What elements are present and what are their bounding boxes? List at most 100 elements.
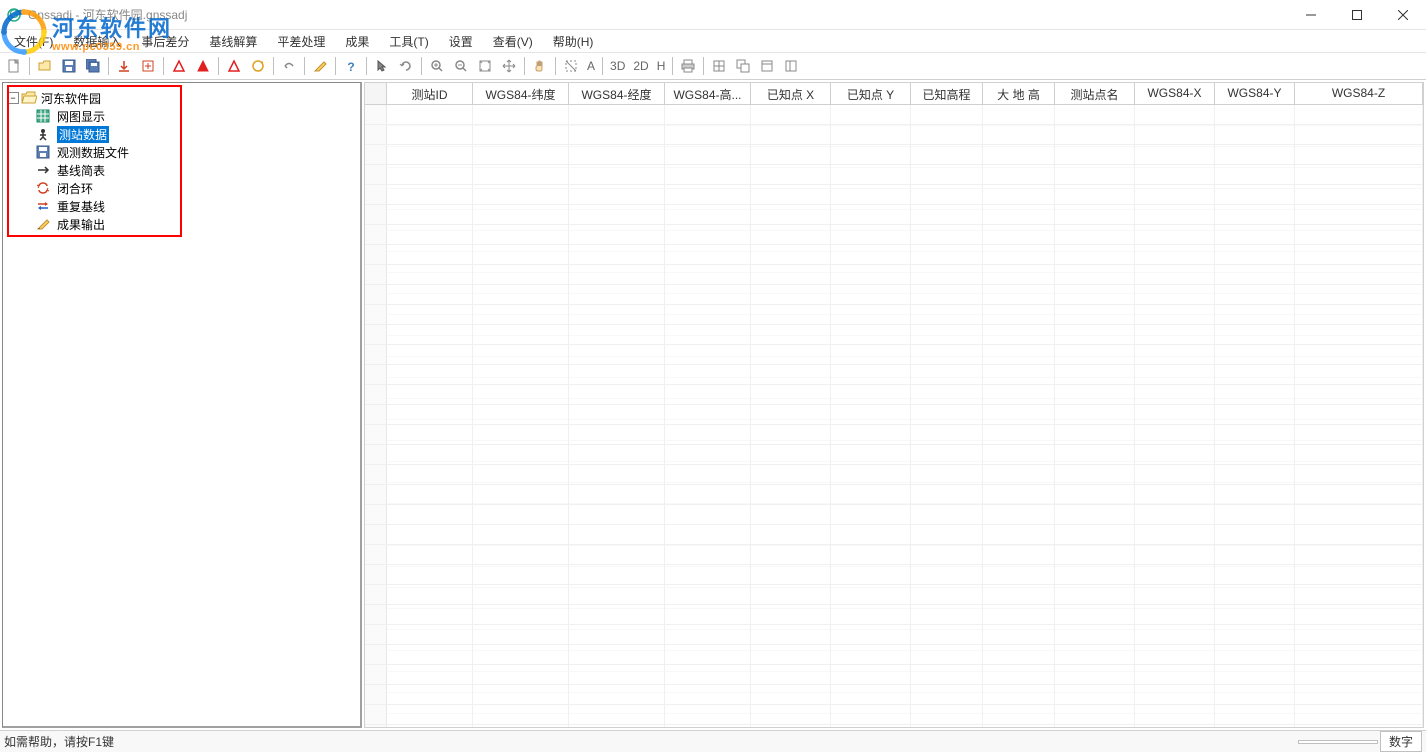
menubar: 文件(F) 数据输入 事后差分 基线解算 平差处理 成果 工具(T) 设置 查看…	[0, 30, 1426, 52]
table-row[interactable]	[365, 265, 1423, 285]
col-known-x[interactable]: 已知点 X	[751, 83, 831, 104]
window-icon[interactable]	[756, 55, 778, 77]
menu-baseline[interactable]: 基线解算	[199, 31, 267, 52]
table-row[interactable]	[365, 585, 1423, 605]
text-a-button[interactable]: A	[583, 59, 599, 73]
table-corner[interactable]	[365, 83, 387, 104]
zoom-in-icon[interactable]	[426, 55, 448, 77]
open-icon[interactable]	[34, 55, 56, 77]
table-row[interactable]	[365, 165, 1423, 185]
menu-view[interactable]: 查看(V)	[483, 31, 543, 52]
table-row[interactable]	[365, 685, 1423, 705]
table-row[interactable]	[365, 205, 1423, 225]
table-row[interactable]	[365, 125, 1423, 145]
layers-icon[interactable]	[732, 55, 754, 77]
col-geodetic-h[interactable]: 大 地 高	[983, 83, 1055, 104]
table-body[interactable]	[365, 105, 1423, 727]
table-row[interactable]	[365, 725, 1423, 728]
maximize-button[interactable]	[1334, 0, 1380, 30]
view-3d-button[interactable]: 3D	[606, 59, 629, 73]
col-wgs84-h[interactable]: WGS84-高...	[665, 83, 751, 104]
triangle-red-fill-icon[interactable]	[192, 55, 214, 77]
table-row[interactable]	[365, 225, 1423, 245]
new-icon[interactable]	[3, 55, 25, 77]
tree-item-repeat[interactable]: 重复基线	[35, 197, 356, 215]
menu-data-input[interactable]: 数据输入	[63, 31, 131, 52]
table-row[interactable]	[365, 305, 1423, 325]
col-wgs84-lon[interactable]: WGS84-经度	[569, 83, 665, 104]
tree-item-obsfile[interactable]: 观测数据文件	[35, 143, 356, 161]
table-row[interactable]	[365, 645, 1423, 665]
tree-item-netview[interactable]: 网图显示	[35, 107, 356, 125]
col-wgs84-y[interactable]: WGS84-Y	[1215, 83, 1295, 104]
col-wgs84-x[interactable]: WGS84-X	[1135, 83, 1215, 104]
table-row[interactable]	[365, 185, 1423, 205]
circle-arrow-icon[interactable]	[247, 55, 269, 77]
table-row[interactable]	[365, 665, 1423, 685]
zoom-out-icon[interactable]	[450, 55, 472, 77]
col-station-name[interactable]: 测站点名	[1055, 83, 1135, 104]
table-row[interactable]	[365, 385, 1423, 405]
table-row[interactable]	[365, 525, 1423, 545]
tree-root-node[interactable]: − 河东软件园	[7, 89, 356, 107]
separator	[421, 57, 422, 75]
col-known-y[interactable]: 已知点 Y	[831, 83, 911, 104]
table-row[interactable]	[365, 545, 1423, 565]
menu-result[interactable]: 成果	[335, 31, 379, 52]
tree-item-station[interactable]: 测站数据	[35, 125, 356, 143]
hand-icon[interactable]	[529, 55, 551, 77]
panel-icon[interactable]	[780, 55, 802, 77]
table-row[interactable]	[365, 145, 1423, 165]
menu-help[interactable]: 帮助(H)	[543, 31, 604, 52]
col-station-id[interactable]: 测站ID	[387, 83, 473, 104]
table-row[interactable]	[365, 345, 1423, 365]
col-wgs84-lat[interactable]: WGS84-纬度	[473, 83, 569, 104]
help-icon[interactable]: ?	[340, 55, 362, 77]
tree-item-loop[interactable]: 闭合环	[35, 179, 356, 197]
table-row[interactable]	[365, 325, 1423, 345]
table-row[interactable]	[365, 465, 1423, 485]
triangle-outline-icon[interactable]	[223, 55, 245, 77]
rotate-icon[interactable]	[395, 55, 417, 77]
zoom-fit-icon[interactable]	[474, 55, 496, 77]
table-row[interactable]	[365, 445, 1423, 465]
select-rect-icon[interactable]	[560, 55, 582, 77]
save-icon[interactable]	[58, 55, 80, 77]
table-row[interactable]	[365, 365, 1423, 385]
table-row[interactable]	[365, 245, 1423, 265]
table-row[interactable]	[365, 405, 1423, 425]
menu-tools[interactable]: 工具(T)	[379, 31, 438, 52]
minimize-button[interactable]	[1288, 0, 1334, 30]
undo-icon[interactable]	[278, 55, 300, 77]
import-icon[interactable]	[113, 55, 135, 77]
table-row[interactable]	[365, 285, 1423, 305]
tree-collapse-icon[interactable]: −	[7, 92, 19, 104]
menu-settings[interactable]: 设置	[439, 31, 483, 52]
view-h-button[interactable]: H	[653, 59, 670, 73]
table-row[interactable]	[365, 105, 1423, 125]
pencil-icon[interactable]	[309, 55, 331, 77]
table-row[interactable]	[365, 485, 1423, 505]
save-all-icon[interactable]	[82, 55, 104, 77]
menu-post-diff[interactable]: 事后差分	[131, 31, 199, 52]
table-row[interactable]	[365, 625, 1423, 645]
tree-item-output[interactable]: 成果输出	[35, 215, 356, 233]
table-row[interactable]	[365, 505, 1423, 525]
menu-file[interactable]: 文件(F)	[4, 31, 63, 52]
grid-icon[interactable]	[708, 55, 730, 77]
close-button[interactable]	[1380, 0, 1426, 30]
col-wgs84-z[interactable]: WGS84-Z	[1295, 83, 1423, 104]
table-row[interactable]	[365, 425, 1423, 445]
table-row[interactable]	[365, 705, 1423, 725]
table-row[interactable]	[365, 605, 1423, 625]
import2-icon[interactable]	[137, 55, 159, 77]
triangle-red-icon[interactable]	[168, 55, 190, 77]
pan-icon[interactable]	[498, 55, 520, 77]
print-icon[interactable]	[677, 55, 699, 77]
table-row[interactable]	[365, 565, 1423, 585]
col-known-elev[interactable]: 已知高程	[911, 83, 983, 104]
pointer-icon[interactable]	[371, 55, 393, 77]
menu-adjust[interactable]: 平差处理	[267, 31, 335, 52]
view-2d-button[interactable]: 2D	[629, 59, 652, 73]
tree-item-baseline[interactable]: 基线简表	[35, 161, 356, 179]
